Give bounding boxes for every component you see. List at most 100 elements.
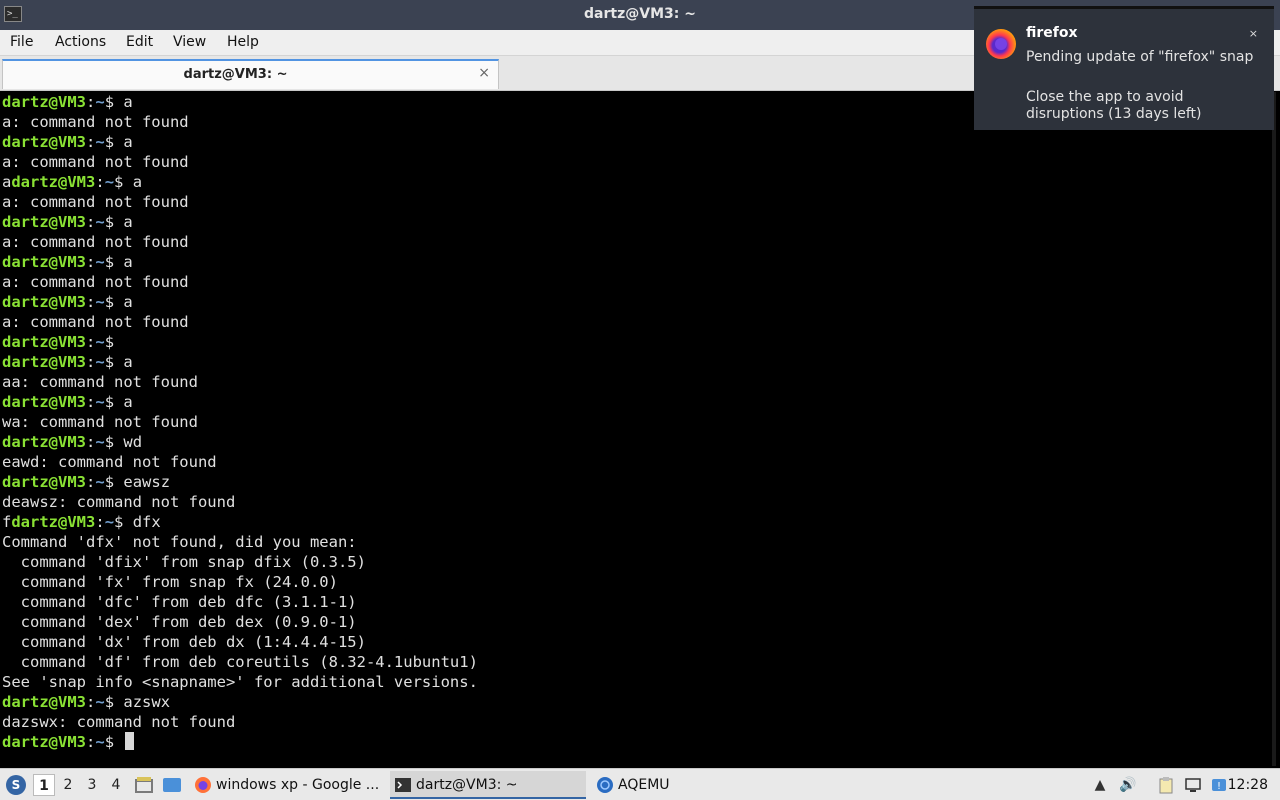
command-text: a	[114, 93, 133, 111]
prompt-colon: :	[86, 733, 96, 751]
prompt-path: ~	[95, 693, 105, 711]
prompt-dollar: $	[104, 93, 115, 111]
start-menu-icon[interactable]: S	[6, 775, 26, 795]
prompt-user: dartz@VM3	[2, 693, 86, 711]
prompt-colon: :	[86, 433, 96, 451]
output-line: command 'fx' from snap fx (24.0.0)	[2, 573, 338, 591]
prompt-path: ~	[95, 93, 105, 111]
task-terminal[interactable]: dartz@VM3: ~	[390, 771, 586, 799]
prompt-line: dartz@VM3:~$ a	[2, 392, 133, 412]
close-icon[interactable]: ×	[478, 65, 490, 81]
clock[interactable]: 12:28	[1228, 769, 1268, 800]
prompt-colon: :	[86, 473, 96, 491]
output-line: a: command not found	[2, 233, 189, 251]
prompt-path: ~	[95, 733, 105, 751]
prompt-dollar: $	[104, 213, 115, 231]
prompt-dollar: $	[104, 333, 115, 351]
prompt-line: fdartz@VM3:~$ dfx	[2, 512, 161, 532]
prompt-colon: :	[86, 333, 96, 351]
command-text: wd	[114, 433, 143, 451]
prompt-user: dartz@VM3	[2, 353, 86, 371]
output-line: a: command not found	[2, 313, 189, 331]
tab-terminal[interactable]: dartz@VM3: ~ ×	[2, 59, 499, 89]
workspace-3[interactable]: 3	[81, 774, 103, 796]
prompt-line: dartz@VM3:~$ wd	[2, 432, 142, 452]
menu-actions[interactable]: Actions	[55, 34, 106, 50]
prompt-line: dartz@VM3:~$ azswx	[2, 692, 170, 712]
prompt-colon: :	[86, 93, 96, 111]
notification-body-2: Close the app to avoid disruptions (13 d…	[1026, 89, 1202, 122]
task-aqemu[interactable]: AQEMU	[592, 771, 784, 799]
output-line: a: command not found	[2, 153, 189, 171]
menu-help[interactable]: Help	[227, 34, 259, 50]
prompt-line: dartz@VM3:~$ a	[2, 132, 133, 152]
desktop-icon[interactable]	[162, 776, 182, 794]
clipboard-icon[interactable]	[1157, 776, 1175, 794]
prompt-user: dartz@VM3	[2, 433, 86, 451]
tray-expand-icon[interactable]: ▲	[1091, 776, 1109, 794]
prompt-user: dartz@VM3	[11, 513, 96, 531]
prompt-colon: :	[86, 253, 96, 271]
menu-file[interactable]: File	[10, 34, 33, 50]
file-manager-icon[interactable]	[134, 776, 154, 794]
prompt-dollar: $	[104, 733, 115, 751]
command-text: a	[114, 253, 133, 271]
stray-input: a	[2, 173, 12, 191]
command-text: a	[114, 353, 133, 371]
text-cursor	[125, 732, 135, 750]
volume-icon[interactable]: 🔊	[1119, 776, 1137, 794]
output-line: command 'dx' from deb dx (1:4.4.4-15)	[2, 633, 366, 651]
workspace-4[interactable]: 4	[105, 774, 127, 796]
command-text: eawsz	[114, 473, 171, 491]
command-text: dfx	[123, 513, 161, 531]
aqemu-icon	[597, 777, 613, 793]
prompt-dollar: $	[104, 693, 115, 711]
firefox-icon	[195, 777, 211, 793]
prompt-line: adartz@VM3:~$ a	[2, 172, 142, 192]
update-notifier-icon[interactable]: !	[1210, 776, 1228, 794]
menu-edit[interactable]: Edit	[126, 34, 153, 50]
prompt-colon: :	[86, 133, 96, 151]
prompt-colon: :	[95, 173, 105, 191]
prompt-user: dartz@VM3	[11, 173, 96, 191]
menu-view[interactable]: View	[173, 34, 206, 50]
task-firefox[interactable]: windows xp - Google ...	[190, 771, 382, 799]
prompt-dollar: $	[104, 393, 115, 411]
prompt-path: ~	[95, 393, 105, 411]
prompt-path: ~	[95, 333, 105, 351]
output-line: dazswx: command not found	[2, 713, 236, 731]
network-icon[interactable]	[1184, 776, 1202, 794]
prompt-colon: :	[86, 393, 96, 411]
prompt-dollar: $	[114, 513, 124, 531]
task-label: dartz@VM3: ~	[416, 777, 518, 793]
prompt-line: dartz@VM3:~$ a	[2, 252, 133, 272]
prompt-path: ~	[95, 473, 105, 491]
output-line: a: command not found	[2, 193, 189, 211]
task-label: AQEMU	[618, 777, 670, 793]
prompt-path: ~	[95, 213, 105, 231]
prompt-dollar: $	[114, 173, 124, 191]
prompt-colon: :	[86, 213, 96, 231]
stray-input: f	[2, 513, 12, 531]
notification-title: firefox	[1026, 25, 1078, 41]
workspace-2[interactable]: 2	[57, 774, 79, 796]
output-line: deawsz: command not found	[2, 493, 236, 511]
prompt-dollar: $	[104, 293, 115, 311]
prompt-dollar: $	[104, 433, 115, 451]
prompt-path: ~	[95, 253, 105, 271]
tab-label: dartz@VM3: ~	[183, 67, 288, 82]
prompt-line: dartz@VM3:~$ a	[2, 92, 133, 112]
task-label: windows xp - Google ...	[216, 777, 380, 793]
output-line: Command 'dfx' not found, did you mean:	[2, 533, 357, 551]
terminal-output[interactable]: dartz@VM3:~$ a a: command not found dartz@…	[0, 92, 1276, 766]
workspace-1[interactable]: 1	[33, 774, 55, 796]
prompt-colon: :	[86, 353, 96, 371]
prompt-colon: :	[95, 513, 105, 531]
prompt-path: ~	[95, 293, 105, 311]
prompt-path: ~	[95, 133, 105, 151]
notification-popup[interactable]: firefox × Pending update of "firefox" sn…	[974, 6, 1274, 130]
output-line: aa: command not found	[2, 373, 198, 391]
close-icon[interactable]: ×	[1249, 27, 1258, 40]
command-text: a	[114, 293, 133, 311]
prompt-colon: :	[86, 693, 96, 711]
